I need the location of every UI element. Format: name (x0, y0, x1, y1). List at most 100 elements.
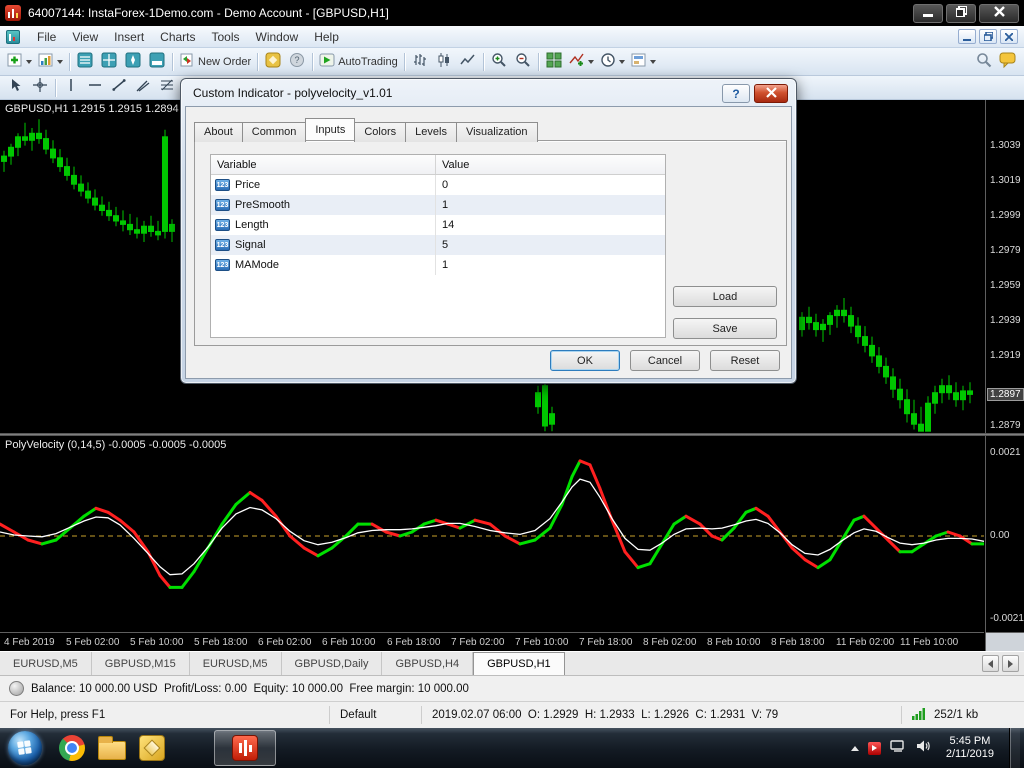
indicators-button[interactable] (566, 51, 597, 73)
menu-help[interactable]: Help (306, 27, 347, 47)
chart-tab[interactable]: EURUSD,M5 (0, 652, 92, 675)
chart-tab-active[interactable]: GBPUSD,H1 (473, 652, 565, 675)
chrome-icon (59, 735, 85, 761)
chart-tab[interactable]: EURUSD,M5 (190, 652, 282, 675)
zoom-in-button[interactable] (487, 51, 511, 73)
param-name: Signal (235, 239, 266, 251)
param-value[interactable]: 0 (436, 179, 448, 191)
mdi-minimize-button[interactable] (958, 29, 976, 44)
tab-inputs[interactable]: Inputs (305, 118, 356, 140)
table-row[interactable]: 123 Price 0 (211, 175, 665, 195)
fibonacci-tool-button[interactable] (155, 77, 179, 99)
menu-window[interactable]: Window (248, 27, 307, 47)
templates-button[interactable] (628, 51, 659, 73)
tile-windows-button[interactable] (542, 51, 566, 73)
indicator-scale[interactable]: 0.0021 0.00 -0.0021 (985, 436, 1024, 632)
table-row[interactable]: 123 PreSmooth 1 (211, 195, 665, 215)
tab-about[interactable]: About (194, 122, 243, 142)
new-chart-button[interactable] (4, 51, 35, 73)
menu-file[interactable]: File (29, 27, 64, 47)
search-button[interactable] (972, 51, 996, 73)
start-button[interactable] (8, 731, 42, 765)
minimize-button[interactable] (913, 3, 943, 23)
data-window-icon (101, 52, 117, 71)
horizontal-line-tool-button[interactable] (83, 77, 107, 99)
mdi-restore-button[interactable] (979, 29, 997, 44)
save-button[interactable]: Save (673, 318, 777, 339)
profiles-button[interactable] (35, 51, 66, 73)
price-scale[interactable]: 1.3039 1.3019 1.2999 1.2979 1.2959 1.2939 1.29… (985, 100, 1024, 433)
channel-tool-button[interactable] (131, 77, 155, 99)
show-desktop-button[interactable] (1009, 728, 1020, 768)
tab-colors[interactable]: Colors (354, 122, 407, 142)
table-row[interactable]: 123 Length 14 (211, 215, 665, 235)
status-connection: 252/1 kb (902, 706, 1024, 724)
param-value[interactable]: 1 (436, 199, 448, 211)
indicator-panel[interactable]: PolyVelocity (0,14,5) -0.0005 -0.0005 -0… (0, 436, 984, 632)
menu-view[interactable]: View (64, 27, 106, 47)
chat-button[interactable] (996, 51, 1020, 73)
terminal-button[interactable] (145, 51, 169, 73)
status-profile[interactable]: Default (330, 706, 422, 724)
column-header-value[interactable]: Value (436, 155, 665, 174)
market-watch-button[interactable] (73, 51, 97, 73)
dialog-close-button[interactable] (754, 84, 788, 103)
close-button[interactable] (979, 3, 1019, 23)
zoom-out-button[interactable] (511, 51, 535, 73)
tab-scroll-right-button[interactable] (1002, 655, 1019, 672)
chart-tab[interactable]: GBPUSD,Daily (282, 652, 383, 675)
tray-mt4-icon[interactable] (867, 741, 881, 755)
minimize-icon (923, 4, 933, 22)
chart-tab[interactable]: GBPUSD,H4 (382, 652, 474, 675)
taskbar-mt4-active-button[interactable] (214, 730, 276, 766)
time-axis[interactable]: 4 Feb 2019 5 Feb 02:00 5 Feb 10:00 5 Feb… (0, 632, 984, 651)
menu-tools[interactable]: Tools (204, 27, 248, 47)
param-value[interactable]: 5 (436, 239, 448, 251)
dialog-help-button[interactable]: ? (722, 84, 750, 103)
tab-levels[interactable]: Levels (405, 122, 457, 142)
cancel-button[interactable]: Cancel (630, 350, 700, 371)
mdi-close-button[interactable] (1000, 29, 1018, 44)
metaeditor-button[interactable] (261, 51, 285, 73)
tab-scroll-left-button[interactable] (982, 655, 999, 672)
line-chart-mode-button[interactable] (456, 51, 480, 73)
navigator-button[interactable] (121, 51, 145, 73)
periods-button[interactable] (597, 51, 628, 73)
market-watch-icon (77, 52, 93, 71)
community-button[interactable]: ? (285, 51, 309, 73)
taskbar-chrome-icon[interactable] (54, 730, 90, 766)
vertical-line-tool-button[interactable] (59, 77, 83, 99)
table-row[interactable]: 123 Signal 5 (211, 235, 665, 255)
speaker-icon[interactable] (915, 739, 931, 758)
table-row[interactable]: 123 MAMode 1 (211, 255, 665, 275)
autotrading-button[interactable]: AutoTrading (316, 51, 401, 73)
param-name: MAMode (235, 259, 280, 271)
taskbar-clock[interactable]: 5:45 PM 2/11/2019 (940, 735, 1000, 761)
taskbar-metaeditor-icon[interactable] (134, 730, 170, 766)
trendline-tool-button[interactable] (107, 77, 131, 99)
menu-insert[interactable]: Insert (106, 27, 152, 47)
column-header-variable[interactable]: Variable (211, 155, 436, 174)
toolbar-separator (312, 52, 314, 71)
cursor-tool-button[interactable] (4, 77, 28, 99)
price-axis-label: 1.3039 (990, 140, 1021, 151)
tray-expand-icon[interactable] (850, 745, 859, 751)
chart-tab[interactable]: GBPUSD,M15 (92, 652, 190, 675)
param-value[interactable]: 14 (436, 219, 454, 231)
inputs-table: Variable Value 123 Price 0 123 PreSmooth 1… (210, 154, 666, 338)
load-button[interactable]: Load (673, 286, 777, 307)
taskbar-explorer-icon[interactable] (94, 730, 130, 766)
restore-button[interactable] (946, 3, 976, 23)
tab-common[interactable]: Common (241, 122, 307, 142)
bar-chart-mode-button[interactable] (408, 51, 432, 73)
menu-charts[interactable]: Charts (152, 27, 203, 47)
reset-button[interactable]: Reset (710, 350, 780, 371)
data-window-button[interactable] (97, 51, 121, 73)
candlestick-mode-button[interactable] (432, 51, 456, 73)
crosshair-tool-button[interactable] (28, 77, 52, 99)
network-icon[interactable] (890, 739, 906, 758)
tab-visualization[interactable]: Visualization (455, 122, 538, 142)
ok-button[interactable]: OK (550, 350, 620, 371)
new-order-button[interactable]: New Order (176, 51, 254, 73)
param-value[interactable]: 1 (436, 259, 448, 271)
